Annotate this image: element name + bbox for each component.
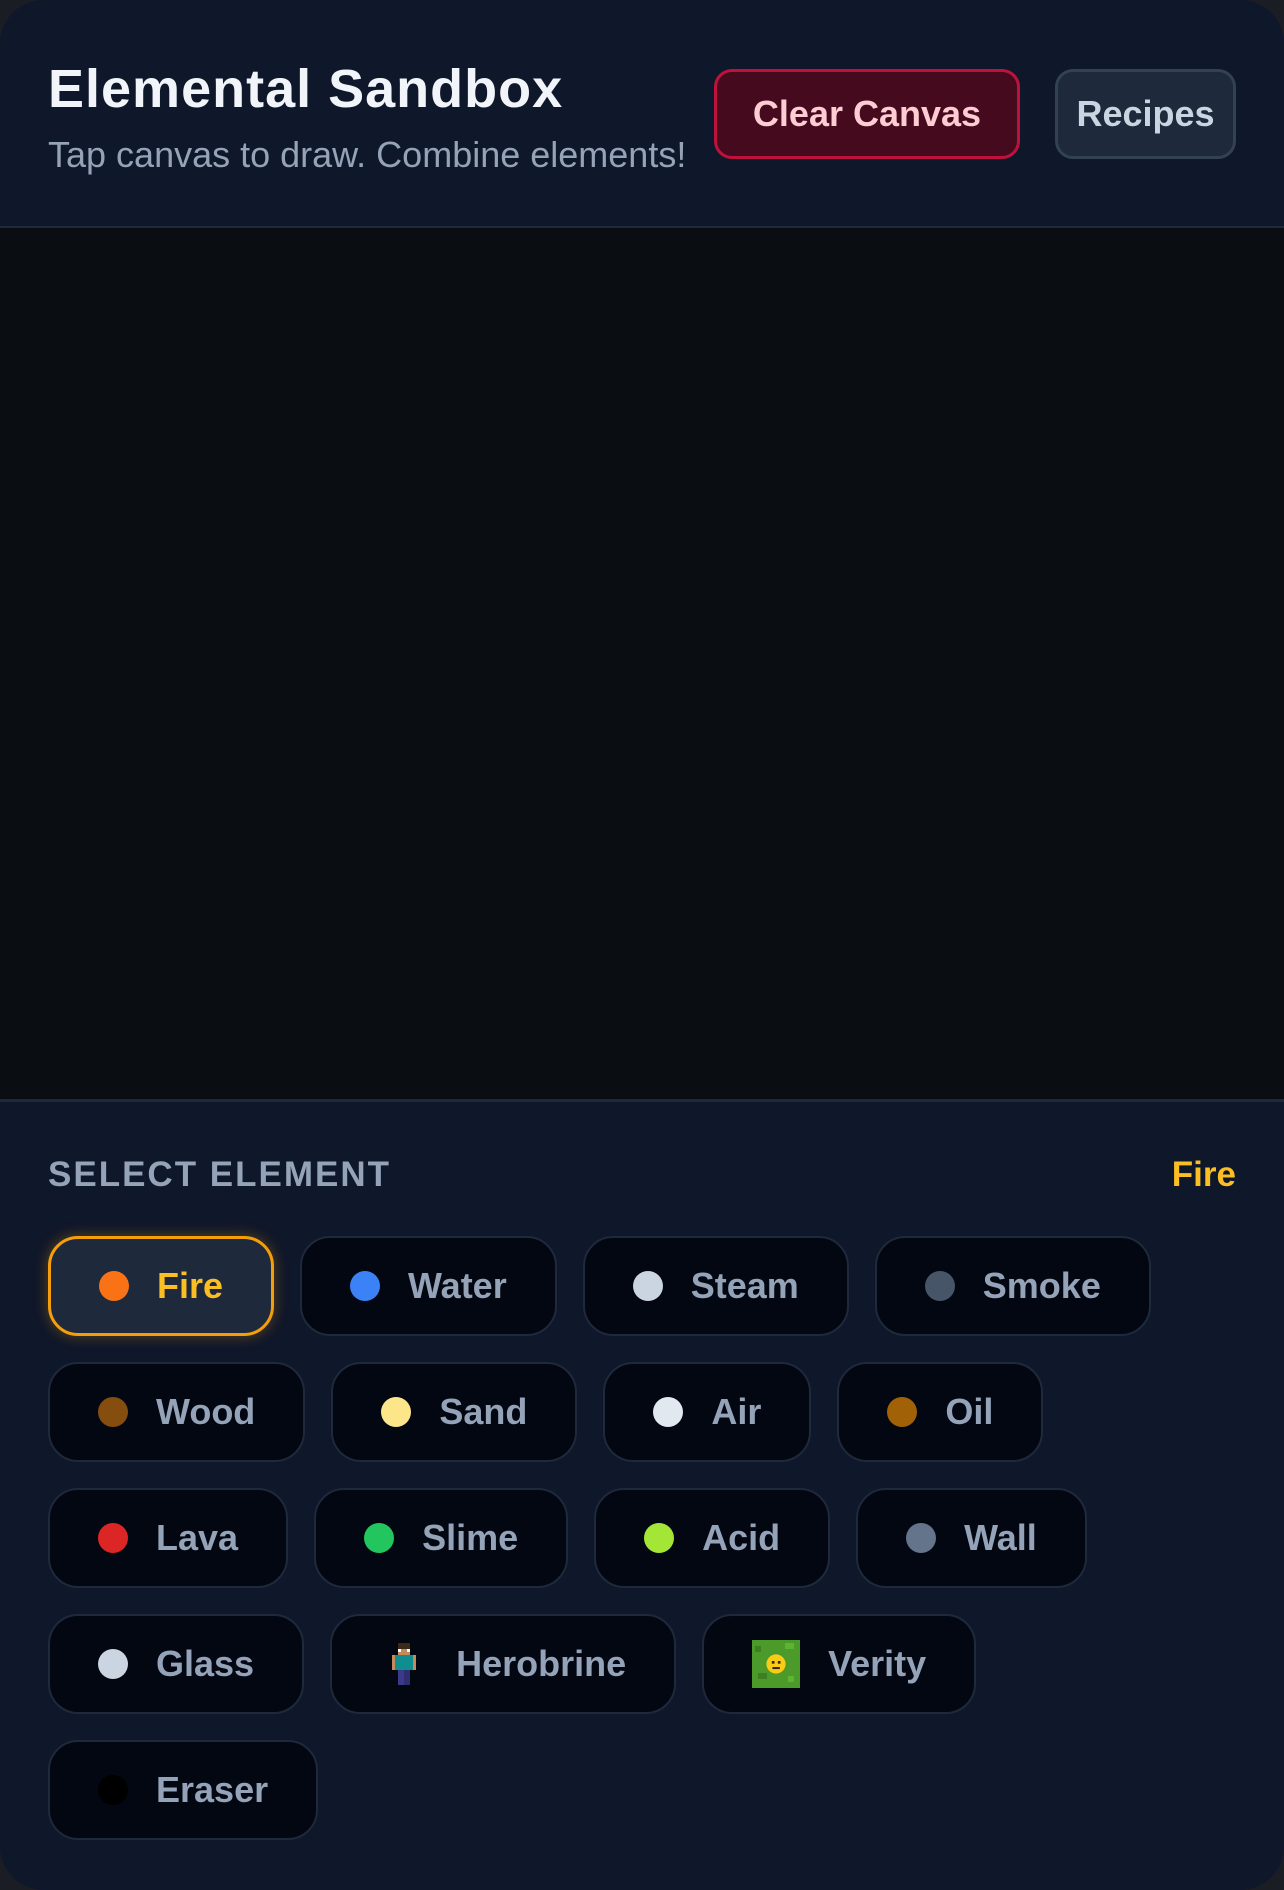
color-dot-icon [99, 1271, 129, 1301]
element-chip-label: Eraser [156, 1769, 269, 1810]
element-chip-sand[interactable]: Sand [331, 1362, 578, 1462]
element-chip-label: Oil [945, 1391, 994, 1432]
color-dot-icon [644, 1523, 675, 1553]
herobrine-figure-icon [380, 1640, 428, 1688]
selected-element-indicator: Fire [1171, 1155, 1236, 1194]
element-chip-steam[interactable]: Steam [582, 1236, 849, 1336]
element-chip-wall[interactable]: Wall [856, 1488, 1087, 1588]
element-chip-label: Verity [828, 1643, 927, 1684]
color-dot-icon [98, 1649, 128, 1679]
app-title: Elemental Sandbox [48, 59, 564, 119]
element-chip-label: Wood [156, 1391, 256, 1432]
select-element-heading: SELECT ELEMENT [48, 1155, 392, 1194]
element-chip-eraser[interactable]: Eraser [48, 1740, 319, 1840]
element-chip-oil[interactable]: Oil [837, 1362, 1044, 1462]
element-chip-verity[interactable]: Verity [702, 1614, 977, 1714]
element-chip-herobrine[interactable]: Herobrine [330, 1614, 677, 1714]
element-chip-label: Water [408, 1265, 507, 1306]
color-dot-icon [887, 1397, 918, 1427]
app-window: Elemental Sandbox Tap canvas to draw. Co… [0, 0, 1284, 1890]
color-dot-icon [906, 1523, 937, 1553]
element-chip-glass[interactable]: Glass [48, 1614, 305, 1714]
element-chip-label: Air [711, 1391, 762, 1432]
element-chip-lava[interactable]: Lava [48, 1488, 289, 1588]
element-chip-air[interactable]: Air [603, 1362, 812, 1462]
color-dot-icon [364, 1523, 395, 1553]
element-grid: Fire Water Steam Smoke Wood Sand Air Oil Lava Sli… [48, 1236, 1236, 1840]
element-chip-label: Herobrine [456, 1643, 627, 1684]
element-chip-slime[interactable]: Slime [314, 1488, 569, 1588]
color-dot-icon [98, 1397, 128, 1427]
clear-canvas-button[interactable]: Clear Canvas [714, 69, 1020, 159]
color-dot-icon [350, 1271, 381, 1301]
element-chip-label: Slime [422, 1517, 519, 1558]
element-chip-acid[interactable]: Acid [594, 1488, 831, 1588]
element-chip-label: Smoke [982, 1265, 1101, 1306]
element-chip-smoke[interactable]: Smoke [874, 1236, 1151, 1336]
grass-block-smiley-icon [752, 1640, 801, 1688]
element-chip-label: Lava [156, 1517, 239, 1558]
element-chip-wood[interactable]: Wood [48, 1362, 306, 1462]
element-chip-label: Glass [156, 1643, 255, 1684]
element-chip-water[interactable]: Water [300, 1236, 557, 1336]
color-dot-icon [98, 1523, 128, 1553]
header: Elemental Sandbox Tap canvas to draw. Co… [0, 0, 1284, 228]
app-subtitle: Tap canvas to draw. Combine elements! [48, 134, 687, 175]
drawing-canvas[interactable] [0, 228, 1284, 1102]
element-chip-label: Fire [157, 1265, 224, 1306]
color-dot-icon [653, 1397, 684, 1427]
color-dot-icon [98, 1775, 128, 1805]
recipes-button[interactable]: Recipes [1055, 69, 1236, 159]
element-chip-label: Sand [439, 1391, 528, 1432]
color-dot-icon [632, 1271, 663, 1301]
element-chip-label: Acid [702, 1517, 781, 1558]
color-dot-icon [924, 1271, 955, 1301]
element-chip-label: Steam [690, 1265, 799, 1306]
color-dot-icon [381, 1397, 412, 1427]
element-chip-fire[interactable]: Fire [48, 1236, 275, 1336]
element-chip-label: Wall [964, 1517, 1037, 1558]
